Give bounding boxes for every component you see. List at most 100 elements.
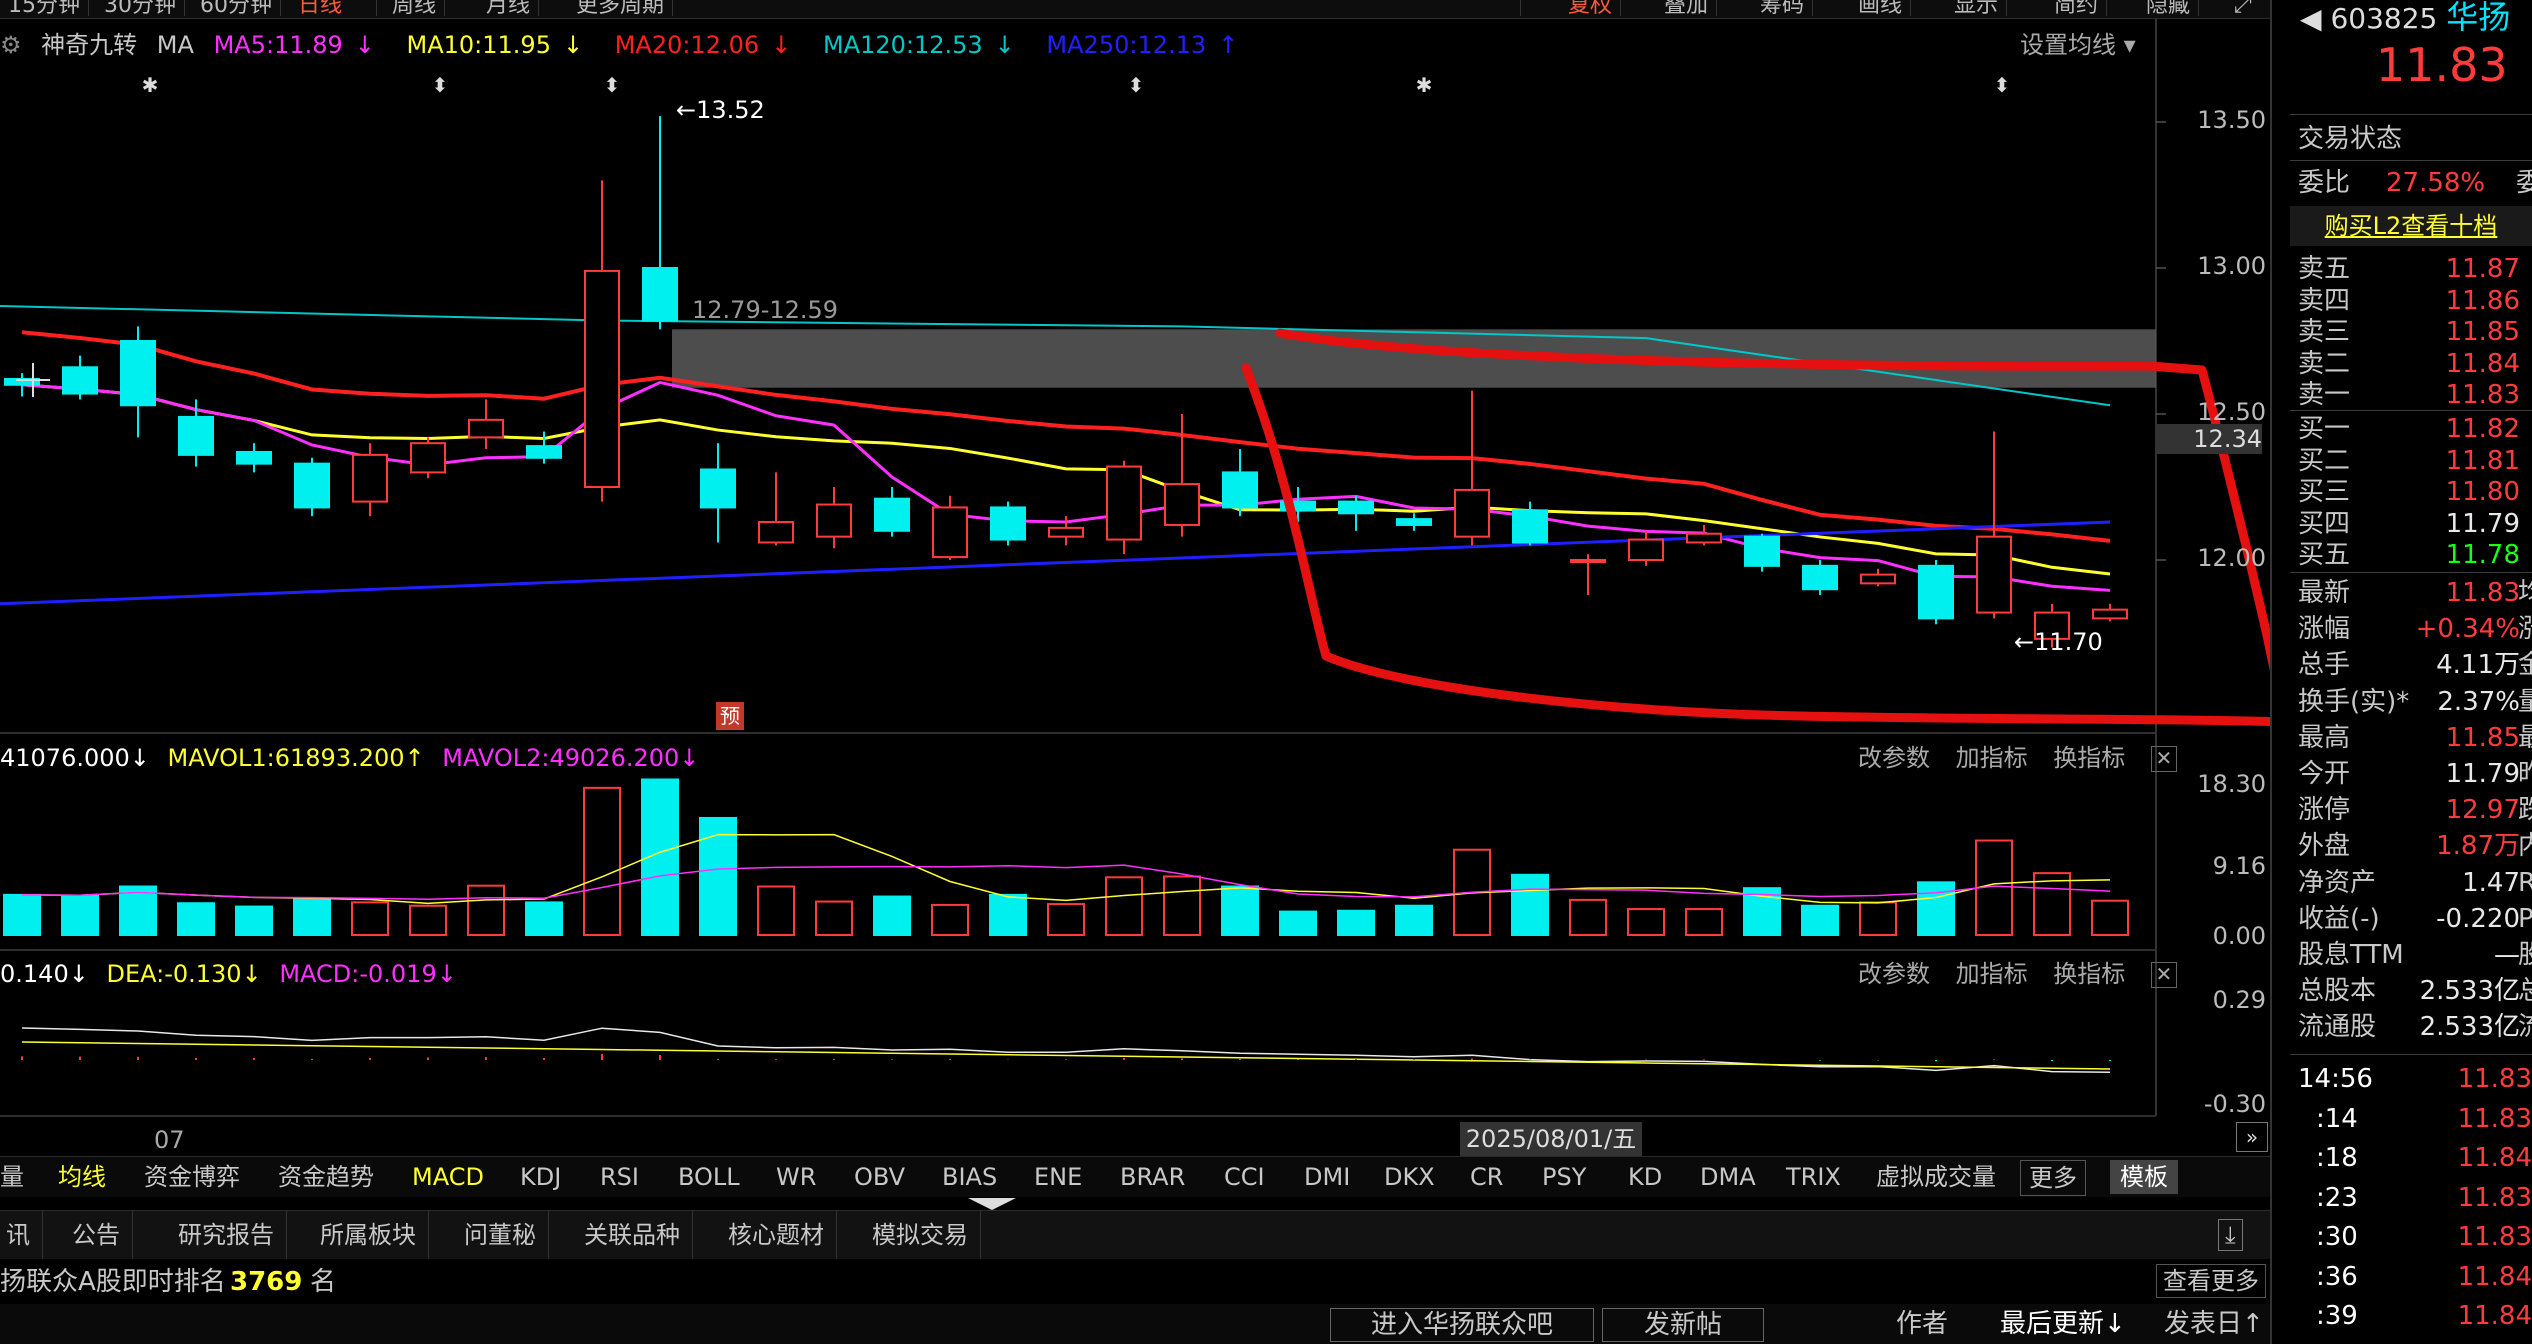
bid-5-label: 买五	[2298, 540, 2351, 570]
stat-5-value: 11.79	[2445, 759, 2520, 789]
stat-1-label: 涨幅	[2298, 614, 2351, 645]
stat-1-value: +0.34%	[2415, 614, 2520, 645]
tab-cci[interactable]: CCI	[1224, 1157, 1265, 1197]
candle-body	[1976, 535, 2012, 614]
tab-brar[interactable]: BRAR	[1120, 1157, 1185, 1197]
tab-news[interactable]: 讯	[0, 1211, 43, 1259]
tab-dkx[interactable]: DKX	[1384, 1157, 1435, 1197]
post-date-column[interactable]: 发表日↑	[2164, 1304, 2264, 1344]
tick-time: :39	[2316, 1301, 2358, 1331]
bid-3-label: 买三	[2298, 477, 2351, 507]
author-column[interactable]: 作者	[1896, 1304, 1948, 1344]
candle-body	[1802, 564, 1838, 591]
indicator-tabs: 量 均线 资金博弈 资金趋势 MACD KDJ RSI BOLL WR OBV …	[0, 1156, 2270, 1197]
new-post-button[interactable]: 发新帖	[1602, 1308, 1764, 1342]
ma5-line	[21, 380, 2111, 592]
candle-body	[1686, 532, 1722, 544]
bid-5-row: 买五 11.78	[2298, 538, 2532, 572]
macd-add-indicator-button[interactable]: 加指标	[1956, 960, 2028, 988]
volume-add-indicator-button[interactable]: 加指标	[1956, 744, 2028, 772]
tab-boll[interactable]: BOLL	[678, 1157, 740, 1197]
tab-simulated-trading[interactable]: 模拟交易	[860, 1211, 981, 1259]
signal-marker: ✱	[142, 73, 159, 97]
tab-rsi[interactable]: RSI	[600, 1157, 639, 1197]
bid-2-value: 11.81	[2445, 445, 2520, 476]
tab-kdj[interactable]: KDJ	[520, 1157, 561, 1197]
tab-bias[interactable]: BIAS	[942, 1157, 997, 1197]
forum-bar: 进入华扬联众吧 发新帖 作者 最后更新↓ 发表日↑	[0, 1304, 2270, 1344]
tab-wr[interactable]: WR	[776, 1157, 816, 1197]
ask-2-label: 卖二	[2298, 348, 2351, 379]
y-tick-1250: 12.50	[2197, 398, 2266, 426]
tab-dma[interactable]: DMA	[1700, 1157, 1756, 1197]
volume-bar	[1279, 910, 1317, 936]
tab-trix[interactable]: TRIX	[1786, 1157, 1841, 1197]
ask-3-row: 卖三 11.85	[2298, 315, 2532, 349]
volume-bar	[119, 885, 157, 936]
tab-capital-game[interactable]: 资金博弈	[144, 1157, 240, 1197]
macd-switch-indicator-button[interactable]: 换指标	[2053, 960, 2125, 988]
volume-bar	[235, 905, 273, 937]
tick-price: 11.83	[2457, 1182, 2532, 1213]
stat-4-row: 最高 11.85 最	[2298, 721, 2532, 755]
candle-body	[584, 269, 620, 489]
volume-switch-indicator-button[interactable]: 换指标	[2053, 744, 2125, 772]
vol-tick-max: 18.30	[2197, 770, 2266, 798]
volume-bar	[989, 893, 1027, 936]
tab-core-topics[interactable]: 核心题材	[716, 1211, 837, 1259]
ask-4-value: 11.86	[2445, 285, 2520, 316]
tab-volume[interactable]: 量	[0, 1157, 24, 1197]
tab-more[interactable]: 更多	[2020, 1160, 2086, 1196]
volume-bar	[2091, 899, 2129, 937]
stat-2-tail: 金	[2518, 650, 2532, 681]
close-icon[interactable]: ✕	[2150, 962, 2177, 988]
tab-obv[interactable]: OBV	[854, 1157, 905, 1197]
volume-bar	[1047, 903, 1085, 936]
stock-code: 603825	[2330, 2, 2438, 35]
stat-2-row: 总手 4.11万金	[2298, 648, 2532, 682]
close-icon[interactable]: ✕	[2150, 746, 2177, 772]
tab-virtual-volume[interactable]: 虚拟成交量	[1876, 1157, 1996, 1197]
tab-dmi[interactable]: DMI	[1304, 1157, 1350, 1197]
stat-10-value: —	[2494, 940, 2520, 970]
tab-ma[interactable]: 均线	[58, 1157, 106, 1197]
tab-kd[interactable]: KD	[1628, 1157, 1662, 1197]
bid-3-value: 11.80	[2445, 477, 2520, 507]
download-icon[interactable]: ⤓	[2218, 1219, 2243, 1251]
ask-1-label: 卖一	[2298, 380, 2351, 410]
tab-cr[interactable]: CR	[1470, 1157, 1503, 1197]
zone-label: 12.79-12.59	[692, 296, 839, 324]
tab-psy[interactable]: PSY	[1542, 1157, 1586, 1197]
tab-related[interactable]: 关联品种	[572, 1211, 693, 1259]
tab-ene[interactable]: ENE	[1034, 1157, 1082, 1197]
last-update-column[interactable]: 最后更新↓	[2000, 1304, 2126, 1344]
macd-edit-params-button[interactable]: 改参数	[1858, 960, 1930, 988]
forum-enter-button[interactable]: 进入华扬联众吧	[1330, 1308, 1594, 1342]
volume-edit-params-button[interactable]: 改参数	[1858, 744, 1930, 772]
volume-bar	[931, 903, 969, 936]
tab-research[interactable]: 研究报告	[166, 1211, 287, 1259]
stat-11-tail: 总	[2518, 976, 2532, 1007]
collapse-handle-icon[interactable]	[968, 1198, 1016, 1210]
back-icon[interactable]: ◀	[2300, 2, 2322, 35]
ask-5-value: 11.87	[2445, 254, 2520, 284]
view-more-button[interactable]: 查看更多	[2156, 1264, 2266, 1298]
tab-sectors[interactable]: 所属板块	[308, 1211, 429, 1259]
tab-ask-secretary[interactable]: 问董秘	[452, 1211, 549, 1259]
stat-7-tail: 内	[2518, 831, 2532, 862]
tab-announcements[interactable]: 公告	[60, 1211, 133, 1259]
candle-body	[294, 462, 330, 509]
tab-template[interactable]: 模板	[2110, 1160, 2178, 1194]
stat-4-tail: 最	[2518, 722, 2532, 753]
scroll-right-icon[interactable]: »	[2236, 1122, 2268, 1152]
candle-body	[1570, 559, 1606, 563]
preview-badge[interactable]: 预	[716, 702, 744, 730]
tick-time: :23	[2316, 1182, 2358, 1213]
volume-value: 41076.000↓	[0, 744, 150, 772]
bid-4-row: 买四 11.79	[2298, 507, 2532, 541]
tab-capital-trend[interactable]: 资金趋势	[278, 1157, 374, 1197]
l2-link[interactable]: 购买L2查看十档	[2290, 206, 2532, 246]
tab-macd[interactable]: MACD	[412, 1157, 484, 1197]
candle-body	[990, 506, 1026, 541]
stat-3-value: 2.37%	[2437, 686, 2520, 717]
